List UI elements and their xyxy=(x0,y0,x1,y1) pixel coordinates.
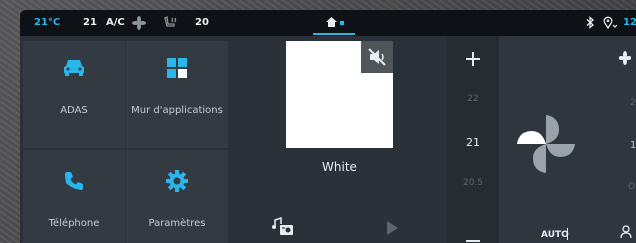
temperature-option[interactable]: 22 xyxy=(447,94,499,104)
auto-climate-button[interactable]: AUTO xyxy=(541,230,569,240)
radio-source-icon[interactable] xyxy=(272,216,294,240)
phone-icon xyxy=(23,170,125,194)
temperature-up-button[interactable] xyxy=(465,51,481,71)
seat-heat-icon[interactable] xyxy=(163,16,177,34)
tile-settings[interactable]: Paramètres xyxy=(126,150,228,243)
fan-icon[interactable] xyxy=(618,50,632,69)
track-title: White xyxy=(322,160,357,174)
temperature-scroller[interactable]: 22 21 20.5 xyxy=(447,36,499,243)
selected-temperature[interactable]: 21 xyxy=(447,136,499,149)
selected-fan-level[interactable]: 1 xyxy=(630,140,636,151)
occupant-icon[interactable] xyxy=(618,224,634,243)
tile-phone[interactable]: Téléphone xyxy=(23,150,125,243)
auto-divider xyxy=(567,228,568,240)
home-icon[interactable] xyxy=(326,17,337,31)
driver-setpoint[interactable]: 21 xyxy=(83,17,97,29)
fan-level-option[interactable]: O xyxy=(628,182,635,192)
tile-label: Mur d'applications xyxy=(131,105,223,116)
tile-label: Paramètres xyxy=(148,218,206,229)
climate-panel: 22 21 20.5 AUTO 2 1 O xyxy=(447,36,636,243)
driver-temperature[interactable]: 21°C xyxy=(34,17,60,29)
infotainment-screen: 21°C 21 A/C 20 12: ADAS Mur d' xyxy=(20,10,636,243)
gear-icon xyxy=(126,170,228,194)
car-icon xyxy=(23,57,125,81)
fan-icon[interactable] xyxy=(132,16,146,34)
clock: 12: xyxy=(623,17,636,28)
fan-speed-icon[interactable] xyxy=(515,113,577,179)
mute-icon[interactable] xyxy=(361,41,393,73)
ac-button[interactable]: A/C xyxy=(106,17,125,29)
fan-level-option[interactable]: 2 xyxy=(630,98,636,108)
page-indicator-dot xyxy=(340,21,344,25)
play-icon[interactable] xyxy=(386,220,398,239)
bluetooth-icon xyxy=(585,16,595,33)
tile-app-wall[interactable]: Mur d'applications xyxy=(126,41,228,148)
tile-label: Téléphone xyxy=(48,218,100,229)
location-icon xyxy=(603,16,618,33)
active-home-underline xyxy=(313,33,355,35)
album-art[interactable] xyxy=(286,41,393,148)
media-widget[interactable]: White xyxy=(232,36,447,243)
temperature-option[interactable]: 20.5 xyxy=(447,178,499,188)
tile-label: ADAS xyxy=(60,105,88,116)
temperature-down-button[interactable] xyxy=(465,228,481,243)
status-bar: 21°C 21 A/C 20 12: xyxy=(20,10,636,36)
tile-adas[interactable]: ADAS xyxy=(23,41,125,148)
app-grid-icon xyxy=(126,57,228,81)
passenger-setpoint[interactable]: 20 xyxy=(195,17,209,29)
